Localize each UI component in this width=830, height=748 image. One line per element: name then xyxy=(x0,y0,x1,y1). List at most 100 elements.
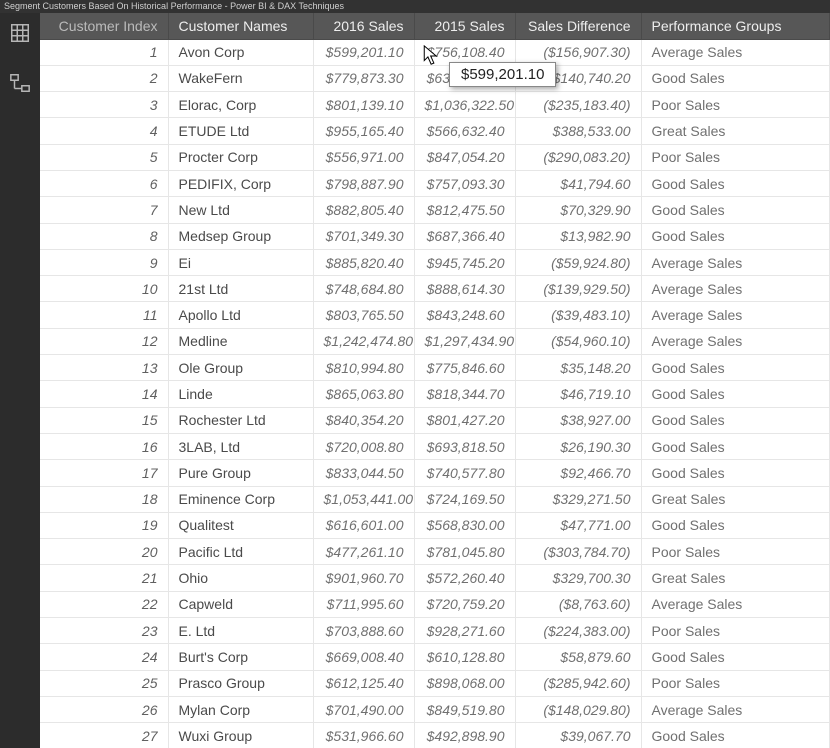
cell-index[interactable]: 18 xyxy=(40,486,168,512)
cell-group[interactable]: Average Sales xyxy=(641,328,830,354)
cell-index[interactable]: 27 xyxy=(40,723,168,748)
cell-name[interactable]: Avon Corp xyxy=(168,39,313,65)
cell-group[interactable]: Good Sales xyxy=(641,407,830,433)
cell-index[interactable]: 22 xyxy=(40,591,168,617)
cell-diff[interactable]: ($59,924.80) xyxy=(515,249,641,275)
table-row[interactable]: 12Medline$1,242,474.80$1,297,434.90($54,… xyxy=(40,328,830,354)
cell-2015[interactable]: $757,093.30 xyxy=(414,170,515,196)
cell-index[interactable]: 23 xyxy=(40,618,168,644)
table-row[interactable]: 13Ole Group$810,994.80$775,846.60$35,148… xyxy=(40,355,830,381)
cell-2016[interactable]: $810,994.80 xyxy=(313,355,414,381)
cell-name[interactable]: Rochester Ltd xyxy=(168,407,313,433)
cell-2015[interactable]: $849,519.80 xyxy=(414,696,515,722)
table-row[interactable]: 22Capweld$711,995.60$720,759.20($8,763.6… xyxy=(40,591,830,617)
cell-name[interactable]: Mylan Corp xyxy=(168,696,313,722)
data-view-button[interactable] xyxy=(6,21,34,49)
cell-name[interactable]: Linde xyxy=(168,381,313,407)
cell-diff[interactable]: ($8,763.60) xyxy=(515,591,641,617)
cell-name[interactable]: Ei xyxy=(168,249,313,275)
cell-index[interactable]: 5 xyxy=(40,144,168,170)
cell-group[interactable]: Poor Sales xyxy=(641,618,830,644)
cell-group[interactable]: Average Sales xyxy=(641,39,830,65)
cell-group[interactable]: Poor Sales xyxy=(641,670,830,696)
table-row[interactable]: 24Burt's Corp$669,008.40$610,128.80$58,8… xyxy=(40,644,830,670)
cell-name[interactable]: Pure Group xyxy=(168,460,313,486)
cell-diff[interactable]: $38,927.00 xyxy=(515,407,641,433)
cell-2015[interactable]: $492,898.90 xyxy=(414,723,515,748)
cell-index[interactable]: 20 xyxy=(40,539,168,565)
cell-group[interactable]: Good Sales xyxy=(641,433,830,459)
cell-group[interactable]: Great Sales xyxy=(641,118,830,144)
cell-2016[interactable]: $882,805.40 xyxy=(313,197,414,223)
cell-name[interactable]: WakeFern xyxy=(168,65,313,91)
cell-2015[interactable]: $945,745.20 xyxy=(414,249,515,275)
cell-diff[interactable]: $47,771.00 xyxy=(515,512,641,538)
cell-diff[interactable]: $92,466.70 xyxy=(515,460,641,486)
cell-diff[interactable]: $41,794.60 xyxy=(515,170,641,196)
cell-name[interactable]: Procter Corp xyxy=(168,144,313,170)
cell-2015[interactable]: $720,759.20 xyxy=(414,591,515,617)
cell-2015[interactable]: $693,818.50 xyxy=(414,433,515,459)
table-row[interactable]: 5Procter Corp$556,971.00$847,054.20($290… xyxy=(40,144,830,170)
cell-name[interactable]: Pacific Ltd xyxy=(168,539,313,565)
cell-index[interactable]: 9 xyxy=(40,249,168,275)
cell-diff[interactable]: ($303,784.70) xyxy=(515,539,641,565)
cell-index[interactable]: 13 xyxy=(40,355,168,381)
cell-2015[interactable]: $572,260.40 xyxy=(414,565,515,591)
cell-index[interactable]: 11 xyxy=(40,302,168,328)
cell-diff[interactable]: ($54,960.10) xyxy=(515,328,641,354)
cell-name[interactable]: Apollo Ltd xyxy=(168,302,313,328)
table-row[interactable]: 1021st Ltd$748,684.80$888,614.30($139,92… xyxy=(40,276,830,302)
cell-2016[interactable]: $701,349.30 xyxy=(313,223,414,249)
cell-2016[interactable]: $803,765.50 xyxy=(313,302,414,328)
cell-group[interactable]: Poor Sales xyxy=(641,144,830,170)
cell-index[interactable]: 4 xyxy=(40,118,168,144)
cell-index[interactable]: 17 xyxy=(40,460,168,486)
cell-group[interactable]: Good Sales xyxy=(641,170,830,196)
table-row[interactable]: 2WakeFern$779,873.30$639,133.10$140,740.… xyxy=(40,65,830,91)
cell-index[interactable]: 26 xyxy=(40,696,168,722)
cell-name[interactable]: ETUDE Ltd xyxy=(168,118,313,144)
table-row[interactable]: 20Pacific Ltd$477,261.10$781,045.80($303… xyxy=(40,539,830,565)
cell-2015[interactable]: $740,577.80 xyxy=(414,460,515,486)
cell-2016[interactable]: $801,139.10 xyxy=(313,92,414,118)
cell-2015[interactable]: $1,297,434.90 xyxy=(414,328,515,354)
cell-name[interactable]: Prasco Group xyxy=(168,670,313,696)
cell-2016[interactable]: $599,201.10 xyxy=(313,39,414,65)
cell-group[interactable]: Good Sales xyxy=(641,223,830,249)
cell-index[interactable]: 7 xyxy=(40,197,168,223)
cell-group[interactable]: Average Sales xyxy=(641,591,830,617)
table-row[interactable]: 19Qualitest$616,601.00$568,830.00$47,771… xyxy=(40,512,830,538)
col-header-customer-index[interactable]: Customer Index xyxy=(40,13,168,39)
cell-2016[interactable]: $1,242,474.80 xyxy=(313,328,414,354)
cell-name[interactable]: Qualitest xyxy=(168,512,313,538)
cell-name[interactable]: New Ltd xyxy=(168,197,313,223)
cell-name[interactable]: Burt's Corp xyxy=(168,644,313,670)
cell-2016[interactable]: $669,008.40 xyxy=(313,644,414,670)
cell-group[interactable]: Average Sales xyxy=(641,276,830,302)
cell-2016[interactable]: $616,601.00 xyxy=(313,512,414,538)
cell-name[interactable]: Wuxi Group xyxy=(168,723,313,748)
cell-2015[interactable]: $898,068.00 xyxy=(414,670,515,696)
cell-group[interactable]: Good Sales xyxy=(641,460,830,486)
cell-name[interactable]: 3LAB, Ltd xyxy=(168,433,313,459)
table-row[interactable]: 9Ei$885,820.40$945,745.20($59,924.80)Ave… xyxy=(40,249,830,275)
cell-group[interactable]: Good Sales xyxy=(641,723,830,748)
table-row[interactable]: 23E. Ltd$703,888.60$928,271.60($224,383.… xyxy=(40,618,830,644)
table-row[interactable]: 1Avon Corp$599,201.10$756,108.40($156,90… xyxy=(40,39,830,65)
cell-diff[interactable]: $58,879.60 xyxy=(515,644,641,670)
cell-index[interactable]: 2 xyxy=(40,65,168,91)
table-row[interactable]: 3Elorac, Corp$801,139.10$1,036,322.50($2… xyxy=(40,92,830,118)
cell-2015[interactable]: $801,427.20 xyxy=(414,407,515,433)
table-row[interactable]: 14Linde$865,063.80$818,344.70$46,719.10G… xyxy=(40,381,830,407)
cell-2016[interactable]: $703,888.60 xyxy=(313,618,414,644)
cell-2016[interactable]: $955,165.40 xyxy=(313,118,414,144)
cell-diff[interactable]: $46,719.10 xyxy=(515,381,641,407)
cell-2015[interactable]: $724,169.50 xyxy=(414,486,515,512)
cell-index[interactable]: 16 xyxy=(40,433,168,459)
cell-diff[interactable]: $329,271.50 xyxy=(515,486,641,512)
cell-group[interactable]: Great Sales xyxy=(641,486,830,512)
cell-diff[interactable]: ($224,383.00) xyxy=(515,618,641,644)
cell-diff[interactable]: $329,700.30 xyxy=(515,565,641,591)
cell-2016[interactable]: $779,873.30 xyxy=(313,65,414,91)
